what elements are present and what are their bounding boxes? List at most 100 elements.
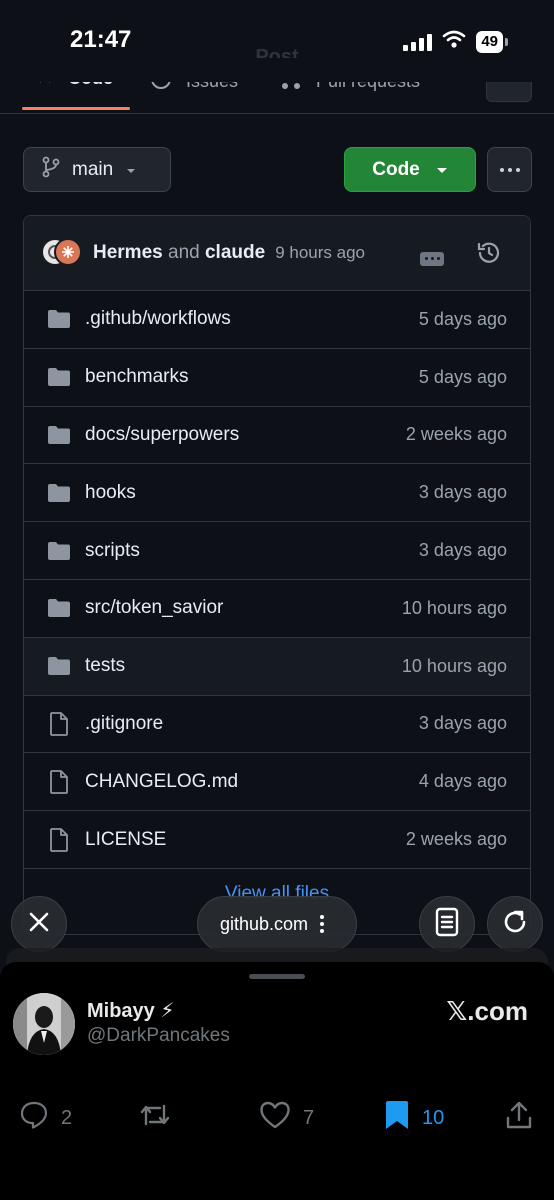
reader-icon (435, 907, 459, 942)
url-text: github.com (220, 913, 309, 934)
commit-author-2[interactable]: claude (205, 242, 265, 263)
chevron-down-icon (125, 159, 137, 181)
git-branch-icon (42, 156, 60, 184)
branch-name: main (72, 158, 114, 180)
reader-mode-button[interactable] (419, 896, 475, 952)
file-icon (46, 769, 72, 794)
active-tab-indicator (22, 107, 130, 110)
user-handle[interactable]: @DarkPancakes (87, 1025, 230, 1047)
file-last-commit-date: 3 days ago (418, 482, 507, 503)
folder-icon (46, 540, 72, 562)
like-button[interactable]: 7 (259, 1100, 314, 1136)
bookmark-button[interactable]: 10 (384, 1100, 444, 1136)
commit-authors: Hermes and claude (93, 242, 265, 264)
folder-icon (46, 308, 72, 330)
reload-button[interactable] (487, 896, 543, 952)
file-list: .github/workflows 5 days ago benchmarks 5 d… (24, 291, 530, 869)
branch-selector[interactable]: main (23, 147, 171, 192)
more-vertical-icon[interactable] (320, 915, 325, 933)
commit-author-joiner: and (168, 242, 200, 263)
file-row[interactable]: CHANGELOG.md 4 days ago (24, 753, 530, 812)
code-button[interactable]: Code (344, 147, 476, 192)
battery-indicator: 49 (476, 30, 508, 53)
file-row[interactable]: src/token_savior 10 hours ago (24, 580, 530, 638)
file-name[interactable]: CHANGELOG.md (85, 771, 238, 793)
reply-count: 2 (61, 1106, 73, 1129)
folder-icon (46, 366, 72, 388)
status-time: 21:47 (70, 26, 132, 53)
file-row[interactable]: .github/workflows 5 days ago (24, 291, 530, 349)
repost-icon (138, 1100, 172, 1136)
file-last-commit-date: 3 days ago (418, 540, 507, 561)
reply-button[interactable]: 2 (19, 1100, 72, 1136)
chevron-down-icon (436, 159, 448, 181)
file-row[interactable]: docs/superpowers 2 weeks ago (24, 407, 530, 465)
sheet-grabber[interactable] (249, 974, 305, 979)
file-last-commit-date: 2 weeks ago (405, 424, 507, 445)
folder-icon (46, 424, 72, 446)
file-row[interactable]: hooks 3 days ago (24, 464, 530, 523)
file-name[interactable]: .github/workflows (85, 308, 231, 330)
history-icon[interactable] (476, 240, 502, 271)
file-last-commit-date: 2 weeks ago (405, 829, 507, 850)
avatar[interactable] (13, 993, 75, 1055)
url-bar[interactable]: github.com (197, 896, 357, 952)
status-bar: 21:47 49 (0, 0, 554, 80)
status-icons: 49 (403, 30, 508, 53)
file-last-commit-date: 10 hours ago (401, 655, 507, 676)
kebab-horizontal-icon (499, 167, 520, 172)
close-tab-button[interactable] (11, 896, 67, 952)
file-row[interactable]: LICENSE 2 weeks ago (24, 811, 530, 869)
file-icon (46, 827, 72, 852)
file-row[interactable]: benchmarks 5 days ago (24, 349, 530, 407)
latest-commit-row[interactable]: Hermes and claude 9 hours ago (24, 216, 530, 291)
file-name[interactable]: benchmarks (85, 366, 189, 388)
claude-avatar (54, 238, 82, 266)
file-name[interactable]: scripts (85, 540, 140, 562)
heart-icon (259, 1100, 291, 1136)
close-icon (28, 911, 50, 938)
file-name[interactable]: docs/superpowers (85, 424, 239, 446)
code-button-label: Code (372, 158, 420, 180)
file-name[interactable]: src/token_savior (85, 597, 223, 619)
battery-level: 49 (476, 30, 503, 53)
x-post-sheet: Mibayy ⚡ @DarkPancakes 𝕏.com 2 7 10 (0, 962, 554, 1200)
share-icon (505, 1100, 533, 1136)
file-last-commit-date: 3 days ago (418, 713, 507, 734)
folder-icon (46, 482, 72, 504)
battery-cap (505, 37, 508, 46)
file-last-commit-date: 5 days ago (418, 308, 507, 329)
file-row[interactable]: .gitignore 3 days ago (24, 696, 530, 754)
file-last-commit-date: 5 days ago (418, 366, 507, 387)
file-table: Hermes and claude 9 hours ago .github/wo… (23, 215, 531, 935)
share-button[interactable] (505, 1100, 533, 1136)
commit-avatars (41, 238, 83, 268)
display-name[interactable]: Mibayy ⚡ (87, 998, 174, 1023)
post-actions: 2 7 10 (0, 1100, 554, 1140)
commit-actions (420, 240, 502, 271)
x-logo[interactable]: 𝕏.com (446, 996, 528, 1027)
reload-icon (501, 908, 529, 941)
bookmark-count: 10 (422, 1106, 445, 1129)
folder-icon (46, 597, 72, 619)
commit-author-1[interactable]: Hermes (93, 242, 163, 263)
wifi-icon (442, 30, 466, 53)
commit-message-toggle-icon[interactable] (420, 251, 444, 266)
repost-button[interactable] (138, 1100, 184, 1136)
commit-time: 9 hours ago (275, 243, 365, 262)
file-row[interactable]: tests 10 hours ago (24, 637, 530, 696)
file-icon (46, 712, 72, 736)
file-row[interactable]: scripts 3 days ago (24, 522, 530, 580)
file-last-commit-date: 10 hours ago (401, 597, 507, 618)
like-count: 7 (303, 1106, 315, 1129)
bookmark-icon (384, 1100, 410, 1136)
reply-icon (19, 1100, 49, 1136)
file-last-commit-date: 4 days ago (418, 771, 507, 792)
more-options-button[interactable] (487, 147, 532, 192)
file-name[interactable]: LICENSE (85, 829, 166, 851)
cellular-signal-icon (403, 33, 433, 51)
file-name[interactable]: hooks (85, 482, 136, 504)
file-name[interactable]: tests (85, 655, 125, 677)
file-name[interactable]: .gitignore (85, 713, 163, 735)
folder-icon (46, 655, 72, 677)
